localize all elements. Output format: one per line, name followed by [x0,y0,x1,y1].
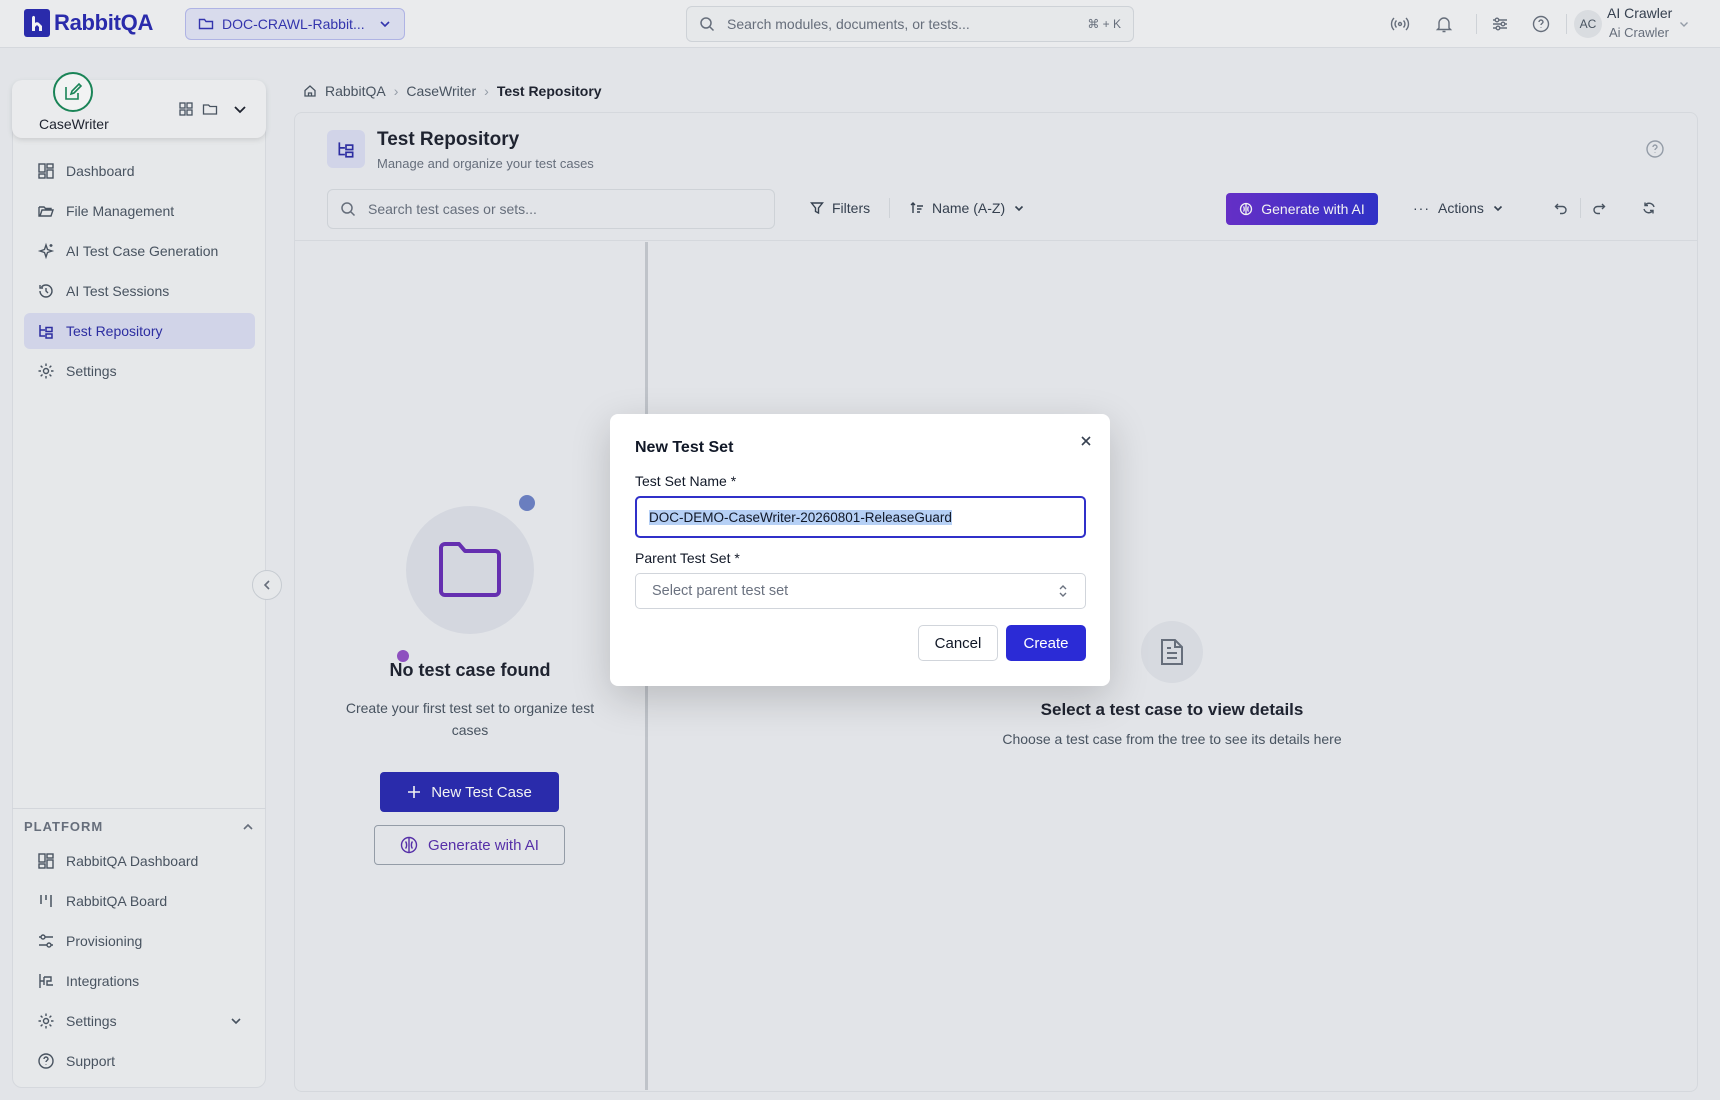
test-set-name-value: DOC-DEMO-CaseWriter-20260801-ReleaseGuar… [649,509,952,525]
dialog-title: New Test Set [635,439,734,456]
create-button[interactable]: Create [1006,625,1086,661]
parent-test-set-label: Parent Test Set * [635,550,740,566]
parent-test-set-placeholder: Select parent test set [652,583,789,599]
chevron-up-down-icon [1057,584,1069,598]
new-test-set-dialog: New Test Set Test Set Name * DOC-DEMO-Ca… [610,414,1110,686]
test-set-name-label: Test Set Name * [635,473,737,489]
parent-test-set-select[interactable]: Select parent test set [635,573,1086,609]
test-set-name-input[interactable]: DOC-DEMO-CaseWriter-20260801-ReleaseGuar… [635,496,1086,538]
close-icon[interactable] [1077,432,1095,450]
cancel-button[interactable]: Cancel [918,625,998,661]
